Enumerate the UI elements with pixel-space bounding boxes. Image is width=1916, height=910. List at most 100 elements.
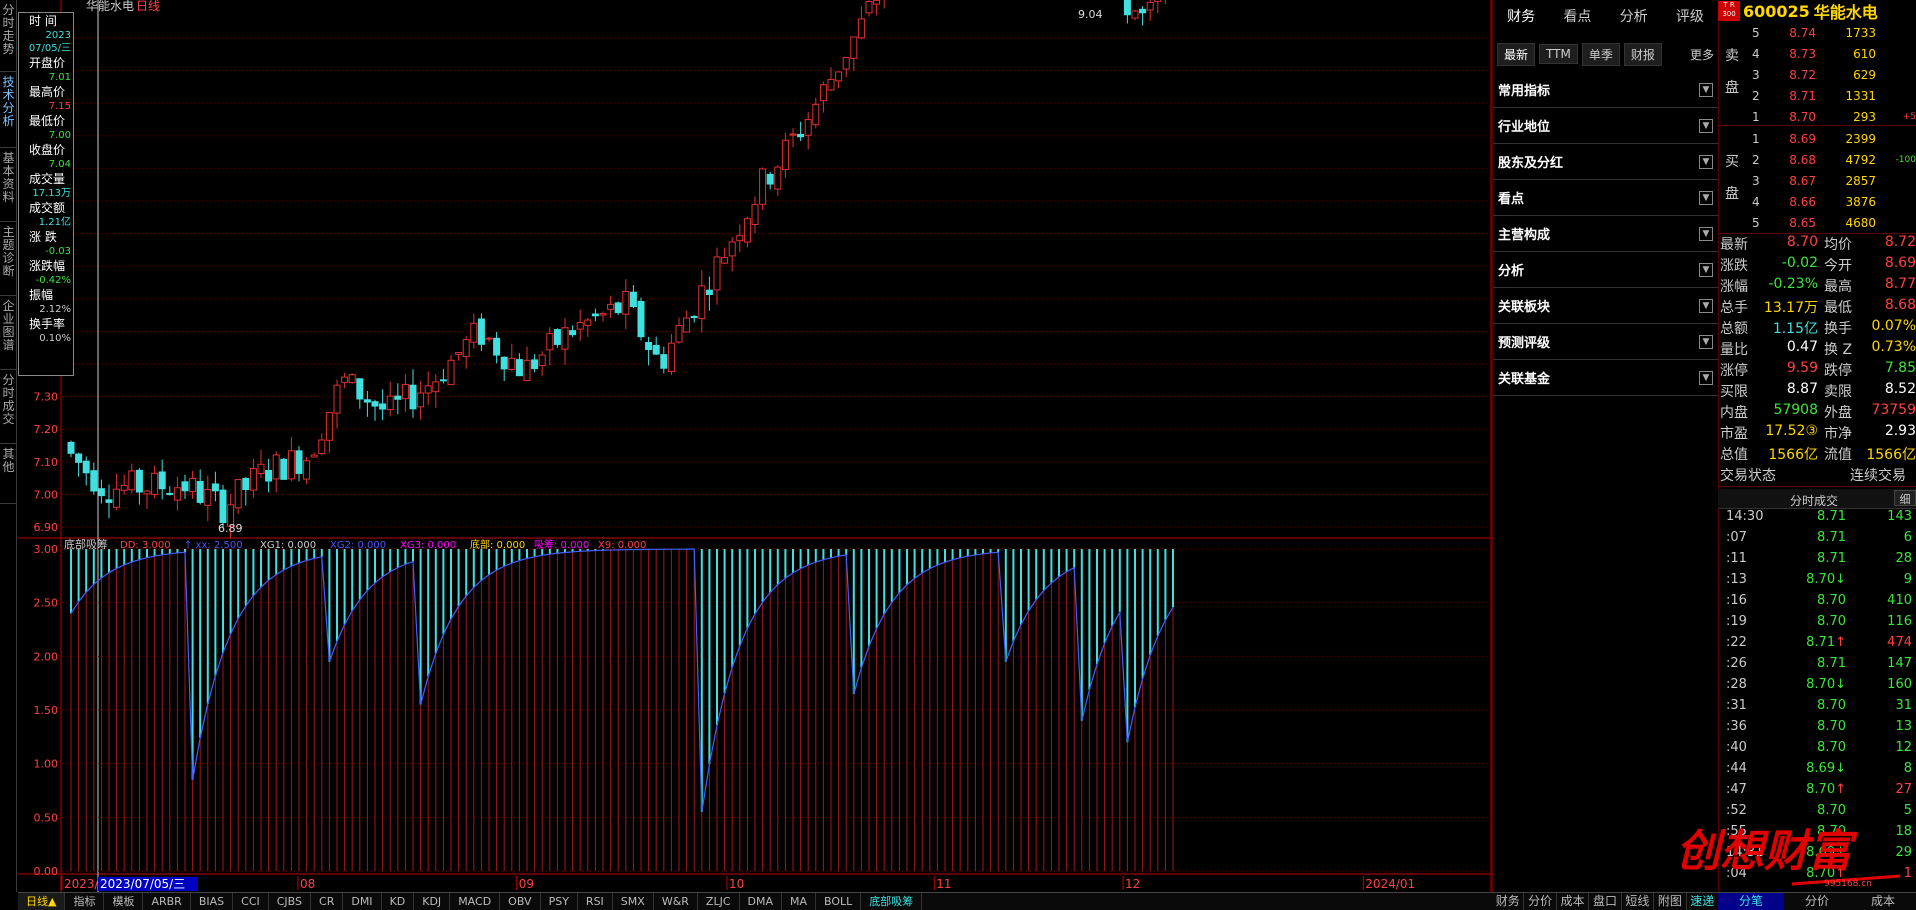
kline-chart[interactable]: 7.807.707.607.507.407.307.207.107.006.90… (18, 0, 1492, 892)
tick-time: :13 (1726, 572, 1747, 587)
indicator-tab[interactable]: CCI (233, 893, 269, 910)
indicator-tab[interactable]: BOLL (816, 893, 862, 910)
chevron-down-icon[interactable]: ▼ (1699, 154, 1713, 169)
finance-section[interactable]: 关联基金 ▼ (1493, 360, 1718, 396)
indicator-tab[interactable]: ZLJC (698, 893, 740, 910)
sell-level-row[interactable]: 2 8.71 1331 (1718, 85, 1916, 106)
tick-price-value: 8.70 (1817, 740, 1846, 755)
finance-tab[interactable]: 看点 (1549, 6, 1605, 26)
chevron-down-icon[interactable]: ▼ (1699, 298, 1713, 313)
indicator-tab[interactable]: CJBS (269, 893, 312, 910)
finance-bottom-tab[interactable]: 短线 (1622, 893, 1655, 910)
sell-level-row[interactable]: 3 8.72 629 (1718, 64, 1916, 85)
sell-level-row[interactable]: 4 8.73 610 (1718, 43, 1916, 64)
level-volume: 610 (1853, 46, 1876, 61)
indicator-tab[interactable]: KD (382, 893, 415, 910)
buy-level-row[interactable]: 5 8.65 4680 (1718, 212, 1916, 233)
candle (455, 352, 463, 355)
indicator-tab[interactable]: CR (311, 893, 344, 910)
tick-time: :52 (1726, 803, 1747, 818)
finance-bottom-tab[interactable]: 成本 (1557, 893, 1590, 910)
finance-section[interactable]: 看点 ▼ (1493, 180, 1718, 216)
finance-section[interactable]: 股东及分红 ▼ (1493, 144, 1718, 180)
chevron-down-icon[interactable]: ▼ (1699, 262, 1713, 277)
finance-more-link[interactable]: 更多 (1690, 46, 1714, 63)
left-tab-5[interactable]: 分 时 成 交 (0, 370, 17, 444)
left-tab-3[interactable]: 主 题 诊 断 (0, 222, 17, 296)
finance-chip[interactable]: 最新 (1497, 42, 1536, 66)
chevron-down-icon[interactable]: ▼ (1699, 370, 1713, 385)
stat-value: -0.02 (1781, 255, 1818, 271)
candle (584, 319, 592, 326)
indicator-tab[interactable]: W&R (654, 893, 698, 910)
candle (417, 392, 425, 408)
buy-level-row[interactable]: 4 8.66 3876 (1718, 191, 1916, 212)
finance-section[interactable]: 常用指标 ▼ (1493, 72, 1718, 108)
candle (257, 463, 265, 474)
chevron-down-icon[interactable]: ▼ (1699, 334, 1713, 349)
left-tab-1[interactable]: 技 术 分 析 (0, 72, 17, 148)
finance-section[interactable]: 行业地位 ▼ (1493, 108, 1718, 144)
stock-code: 600025 (1743, 1, 1810, 21)
left-tab-0[interactable]: 分 时 走 势 (0, 0, 17, 72)
buy-level-row[interactable]: 3 8.67 2857 (1718, 170, 1916, 191)
indicator-tab[interactable]: SMX (613, 893, 654, 910)
stat-value: 57908 (1773, 402, 1818, 418)
level-price: 8.67 (1789, 173, 1816, 188)
chevron-down-icon[interactable]: ▼ (1699, 190, 1713, 205)
indicator-tab[interactable]: RSI (578, 893, 613, 910)
finance-section[interactable]: 主营构成 ▼ (1493, 216, 1718, 252)
tick-price: 8.70 (1786, 803, 1846, 818)
finance-bottom-tab[interactable]: 速递 (1687, 893, 1719, 910)
finance-chip[interactable]: 单季 (1581, 42, 1620, 66)
stat-row: 总额 1.15亿 换手 0.07% (1718, 318, 1916, 339)
buy-level-row[interactable]: 2 8.68 4792 -100 (1718, 149, 1916, 170)
finance-section[interactable]: 分析 ▼ (1493, 252, 1718, 288)
indicator-tab[interactable]: ARBR (143, 893, 191, 910)
indicator-param: XG2: 0.000 (330, 540, 386, 551)
ticks-detail-button[interactable]: 细 (1894, 490, 1916, 506)
buy-level-row[interactable]: 1 8.69 2399 (1718, 128, 1916, 149)
quote-bottom-tab[interactable]: 分价 (1784, 893, 1850, 910)
indicator-tab[interactable]: OBV (500, 893, 541, 910)
sell-level-row[interactable]: 5 8.74 1733 (1718, 22, 1916, 43)
indicator-tab[interactable]: MA (782, 893, 817, 910)
indicator-tab[interactable]: KDJ (414, 893, 451, 910)
quote-bottom-tab[interactable]: 成本 (1850, 893, 1916, 910)
indicator-tab[interactable]: BIAS (191, 893, 234, 910)
period-selector[interactable]: 日线▲ (18, 893, 66, 910)
quote-bottom-tab[interactable]: 分笔 (1718, 893, 1784, 910)
finance-bottom-tab[interactable]: 附图 (1654, 893, 1687, 910)
left-tab-2[interactable]: 基 本 资 料 (0, 148, 17, 222)
finance-section[interactable]: 关联板块 ▼ (1493, 288, 1718, 324)
finance-chip[interactable]: 财报 (1623, 42, 1662, 66)
stat-label: 涨停 (1720, 363, 1748, 379)
x-axis-label: 11 (936, 877, 951, 891)
finance-bottom-tab[interactable]: 分价 (1524, 893, 1557, 910)
finance-bottom-tab[interactable]: 盘口 (1589, 893, 1622, 910)
sell-level-row[interactable]: 1 8.70 293 +5 (1718, 106, 1916, 127)
indicator-tab[interactable]: 底部吸筹 (861, 893, 923, 910)
finance-section-label: 看点 (1498, 192, 1525, 207)
finance-section[interactable]: 预测评级 ▼ (1493, 324, 1718, 360)
finance-tab[interactable]: 财务 (1493, 6, 1549, 26)
left-tab-6[interactable]: 其 他 (0, 444, 17, 504)
finance-chip[interactable]: TTM (1539, 44, 1578, 64)
left-tab-4[interactable]: 企 业 图 谱 (0, 296, 17, 370)
chevron-down-icon[interactable]: ▼ (1699, 226, 1713, 241)
indicator-tab[interactable]: PSY (541, 893, 578, 910)
candle (493, 337, 501, 356)
finance-tab[interactable]: 评级 (1662, 6, 1718, 26)
indicator-tab[interactable]: MACD (450, 893, 501, 910)
tick-price: 8.71 (1786, 656, 1846, 671)
chevron-down-icon[interactable]: ▼ (1699, 82, 1713, 97)
stat-value: 1566亿 (1768, 447, 1818, 463)
finance-bottom-tab[interactable]: 财务 (1492, 893, 1525, 910)
indicator-tab[interactable]: 模板 (104, 893, 144, 910)
indicator-tab[interactable]: DMI (343, 893, 382, 910)
indicator-tab[interactable]: DMA (740, 893, 783, 910)
tick-price-value: 8.71 (1817, 509, 1846, 524)
finance-tab[interactable]: 分析 (1606, 6, 1662, 26)
indicator-tab[interactable]: 指标 (65, 893, 105, 910)
chevron-down-icon[interactable]: ▼ (1699, 118, 1713, 133)
